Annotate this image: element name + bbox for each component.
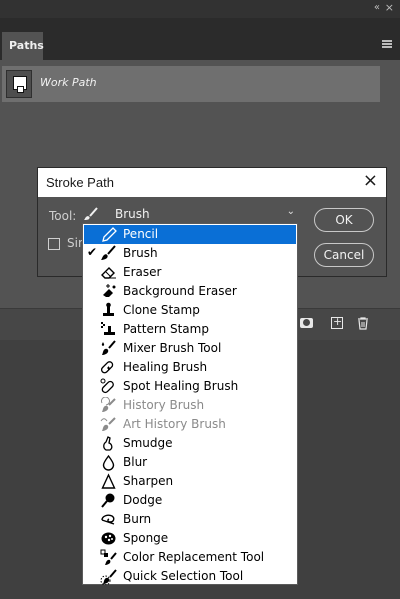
pattern-stamp-icon <box>101 322 115 335</box>
tool-option-color-replacement-tool[interactable]: Color Replacement Tool <box>84 548 296 567</box>
tool-option-label: Eraser <box>123 265 162 279</box>
clone-stamp-icon <box>103 302 114 316</box>
tool-option-label: Pencil <box>123 227 159 241</box>
eraser-icon <box>101 267 116 279</box>
tool-option-eraser[interactable]: Eraser <box>84 263 296 282</box>
brush-icon <box>101 245 116 260</box>
tool-option-smudge[interactable]: Smudge <box>84 434 296 453</box>
sponge-icon <box>101 532 116 545</box>
pencil-icon <box>102 227 117 242</box>
simulate-pressure-checkbox[interactable] <box>48 238 60 250</box>
panel-top-strip: « × <box>0 0 400 18</box>
tool-option-label: Burn <box>123 512 152 526</box>
tool-option-label: Smudge <box>123 436 173 450</box>
tab-paths[interactable]: Paths <box>0 32 44 60</box>
path-thumbnail <box>6 70 32 98</box>
tool-dropdown-list: Pencil ✔ Brush Eraser Background Eraser Clone… <box>82 223 298 585</box>
tool-option-label: Pattern Stamp <box>123 322 209 336</box>
burn-icon <box>101 514 115 525</box>
tool-option-label: Blur <box>123 455 148 469</box>
tool-select[interactable]: Brush ⌄ <box>82 206 298 224</box>
add-mask-icon[interactable] <box>300 318 313 328</box>
ok-button[interactable]: OK <box>314 208 374 232</box>
tool-option-pattern-stamp[interactable]: Pattern Stamp <box>84 320 296 339</box>
dialog-titlebar: Stroke Path × <box>38 168 386 197</box>
tool-option-burn[interactable]: Burn <box>84 510 296 529</box>
color-replacement-icon <box>100 549 117 565</box>
healing-brush-icon <box>100 361 114 374</box>
tool-option-clone-stamp[interactable]: Clone Stamp <box>84 301 296 320</box>
dialog-title: Stroke Path <box>46 175 114 190</box>
sharpen-icon <box>101 473 116 489</box>
new-path-icon[interactable] <box>331 316 343 329</box>
chevron-down-icon: ⌄ <box>286 206 295 217</box>
tool-option-label: Spot Healing Brush <box>123 379 239 393</box>
tool-option-label: Art History Brush <box>123 417 226 431</box>
cancel-button[interactable]: Cancel <box>314 243 374 267</box>
tool-option-label: Healing Brush <box>123 360 208 374</box>
tool-option-label: Mixer Brush Tool <box>123 341 222 355</box>
tool-option-brush[interactable]: ✔ Brush <box>84 244 296 263</box>
checkmark-icon: ✔ <box>87 245 98 259</box>
tool-option-history-brush: History Brush <box>84 396 296 415</box>
smudge-icon <box>103 436 113 451</box>
art-history-brush-icon <box>100 417 116 431</box>
panel-menu-icon[interactable] <box>382 40 392 48</box>
delete-path-icon[interactable] <box>357 317 369 330</box>
work-path-row[interactable]: Work Path <box>2 66 380 102</box>
tool-option-background-eraser[interactable]: Background Eraser <box>84 282 296 301</box>
tool-option-dodge[interactable]: Dodge <box>84 491 296 510</box>
history-brush-icon <box>101 397 116 412</box>
dodge-icon <box>101 493 115 508</box>
tool-option-label: Color Replacement Tool <box>123 550 265 564</box>
collapse-panels-button[interactable]: « <box>374 2 380 13</box>
tool-option-sharpen[interactable]: Sharpen <box>84 472 296 491</box>
tool-select-value: Brush <box>115 207 150 221</box>
work-path-label: Work Path <box>40 76 97 89</box>
panel-tab-bar: Paths <box>0 18 400 60</box>
tool-option-label: Clone Stamp <box>123 303 200 317</box>
tool-option-label: Sponge <box>123 531 169 545</box>
brush-icon <box>84 207 98 220</box>
tool-label: Tool: <box>49 209 77 223</box>
tool-option-label: History Brush <box>123 398 205 412</box>
tool-option-label: Sharpen <box>123 474 174 488</box>
tool-option-mixer-brush-tool[interactable]: Mixer Brush Tool <box>84 339 296 358</box>
spot-healing-brush-icon <box>100 378 114 394</box>
tool-option-label: Brush <box>123 246 158 260</box>
quick-selection-icon <box>100 569 117 585</box>
mixer-brush-icon <box>101 340 116 355</box>
tool-option-art-history-brush: Art History Brush <box>84 415 296 434</box>
tool-option-blur[interactable]: Blur <box>84 453 296 472</box>
tool-option-healing-brush[interactable]: Healing Brush <box>84 358 296 377</box>
background-eraser-icon <box>103 284 116 297</box>
close-panel-button[interactable]: × <box>385 1 394 14</box>
tool-option-sponge[interactable]: Sponge <box>84 529 296 548</box>
tool-option-label: Dodge <box>123 493 163 507</box>
path-anchor-icon <box>17 86 24 93</box>
tool-option-pencil[interactable]: Pencil <box>84 225 296 244</box>
blur-icon <box>102 454 115 471</box>
tool-option-spot-healing-brush[interactable]: Spot Healing Brush <box>84 377 296 396</box>
tool-option-label: Background Eraser <box>123 284 237 298</box>
tool-option-quick-selection-tool[interactable]: Quick Selection Tool <box>84 567 296 586</box>
dialog-close-button[interactable]: × <box>363 171 378 191</box>
tool-option-label: Quick Selection Tool <box>123 569 244 583</box>
